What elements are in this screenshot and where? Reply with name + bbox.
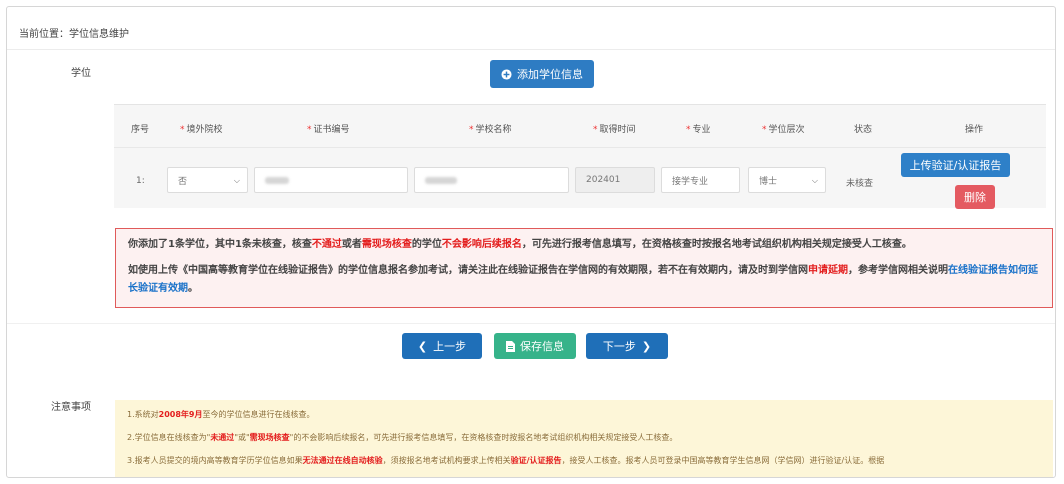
upload-report-button[interactable]: 上传验证/认证报告 <box>901 153 1010 177</box>
notice-label: 注意事项 <box>51 402 91 413</box>
header-major: * 专业 <box>686 125 711 135</box>
redacted-value <box>425 176 457 184</box>
chevron-down-icon: ⌵ <box>233 176 240 185</box>
date-field[interactable]: 202401 <box>575 167 655 193</box>
next-step-button[interactable]: 下一步 ❯ <box>586 333 668 359</box>
breadcrumb: 当前位置：学位信息维护 <box>19 29 129 40</box>
table-divider <box>114 147 1046 148</box>
prev-step-button[interactable]: ❮ 上一步 <box>402 333 482 359</box>
chevron-right-icon: ❯ <box>641 339 652 353</box>
major-field[interactable]: 接学专业 <box>661 167 740 193</box>
level-value: 博士 <box>759 176 778 187</box>
alert-line-2: 如使用上传《中国高等教育学位在线验证报告》的学位信息报名参加考试，请关注此在线验… <box>128 265 1038 294</box>
save-button[interactable]: 保存信息 <box>494 333 576 359</box>
add-degree-label: 添加学位信息 <box>517 68 583 81</box>
header-overseas: * 境外院校 <box>180 125 223 135</box>
chevron-left-icon: ❮ <box>417 339 428 353</box>
divider <box>7 49 1055 50</box>
plus-circle-icon <box>501 68 512 80</box>
overseas-select[interactable]: 否 ⌵ <box>167 167 248 193</box>
save-label: 保存信息 <box>520 340 564 353</box>
notice-box: 1.系统对2008年9月至今的学位信息进行在线核查。 2.学位信息在线核查为"未… <box>115 400 1053 477</box>
level-select[interactable]: 博士 ⌵ <box>748 167 826 193</box>
overseas-value: 否 <box>178 176 188 187</box>
notice-item-1: 1.系统对2008年9月至今的学位信息进行在线核查。 <box>127 410 315 419</box>
header-index: 序号 <box>131 125 150 135</box>
header-cert-no: * 证书编号 <box>307 125 350 135</box>
major-value: 接学专业 <box>672 176 709 187</box>
header-date: * 取得时间 <box>593 125 636 135</box>
redacted-value <box>265 176 289 184</box>
next-step-label: 下一步 <box>602 340 636 353</box>
school-name-field[interactable] <box>414 167 569 193</box>
document-icon <box>506 340 515 352</box>
header-status: 状态 <box>854 125 873 135</box>
prev-step-label: 上一步 <box>433 340 467 353</box>
cert-no-field[interactable] <box>254 167 408 193</box>
section-label-degree: 学位 <box>71 68 91 79</box>
row-index: 1: <box>136 176 145 186</box>
alert-line-1: 你添加了1条学位，其中1条未核查，核查不通过或者需现场核查的学位不会影响后续报名… <box>128 239 912 250</box>
header-school: * 学校名称 <box>469 125 512 135</box>
status-text: 未核查 <box>846 179 874 189</box>
chevron-down-icon: ⌵ <box>811 176 818 185</box>
date-value: 202401 <box>586 175 621 185</box>
main-panel: 当前位置：学位信息维护 学位 添加学位信息 序号 * 境外院校 * 证书编号 * 学校… <box>6 6 1056 478</box>
divider <box>7 323 1055 324</box>
warning-alert: 你添加了1条学位，其中1条未核查，核查不通过或者需现场核查的学位不会影响后续报名… <box>115 228 1053 308</box>
degree-table: 序号 * 境外院校 * 证书编号 * 学校名称 * 取得时间 * 专业 * 学位层次 状态 … <box>114 104 1046 209</box>
delete-button[interactable]: 删除 <box>955 185 995 209</box>
header-actions: 操作 <box>965 125 984 135</box>
notice-item-2: 2.学位信息在线核查为"未通过"或"需现场核查"的不会影响后续报名，可先进行报考… <box>127 433 678 442</box>
header-level: * 学位层次 <box>762 125 805 135</box>
add-degree-button[interactable]: 添加学位信息 <box>490 60 594 88</box>
notice-item-3: 3.报考人员提交的境内高等教育学历学位信息如果无法通过在线自动核验，须按报名地考… <box>127 456 885 465</box>
